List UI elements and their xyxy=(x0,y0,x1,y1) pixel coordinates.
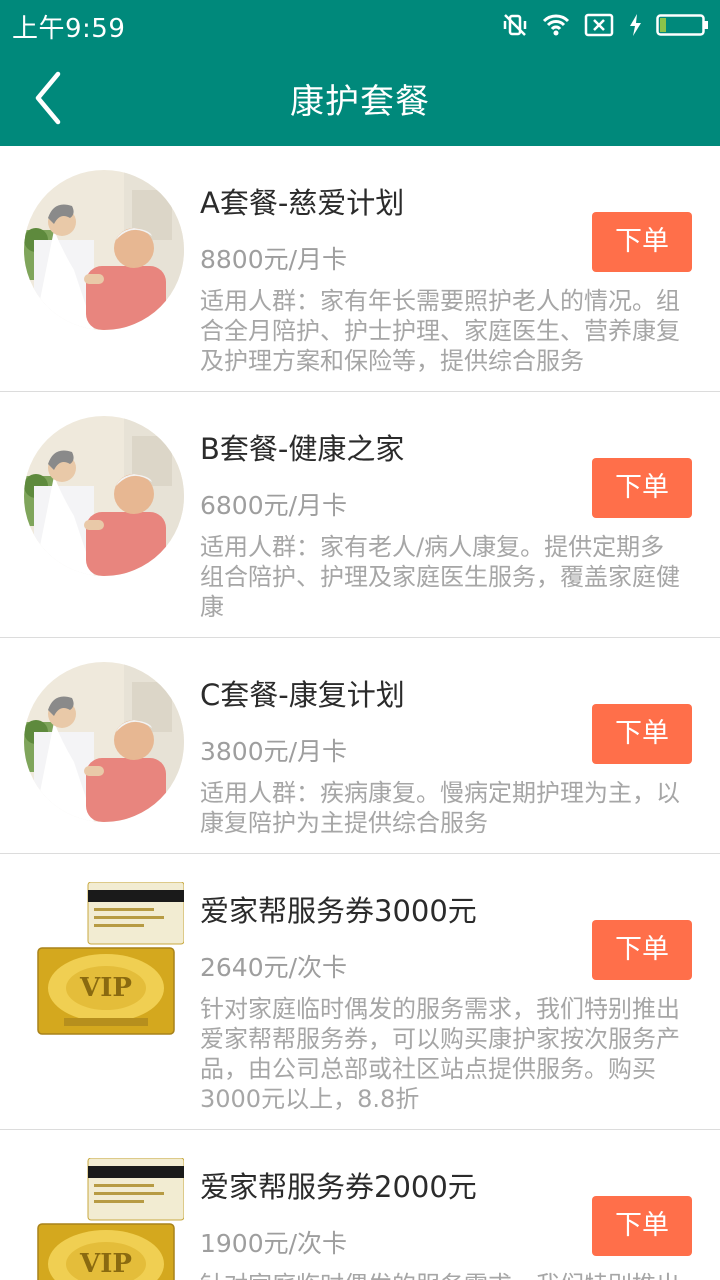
package-image xyxy=(24,416,184,576)
package-price: 8800元/月卡 xyxy=(200,245,348,274)
order-button[interactable]: 下单 xyxy=(592,704,692,764)
vip-card-text: VIP xyxy=(79,973,132,1003)
page-title: 康护套餐 xyxy=(290,82,430,122)
list-item[interactable]: VIP 爱家帮服务券3000元 2640元/次卡 针对家庭临时偶发的服务需求，我… xyxy=(0,854,720,1130)
vip-card-image: VIP xyxy=(24,1158,184,1280)
status-bar: 上午9:59 xyxy=(0,0,720,50)
package-image xyxy=(24,170,184,330)
order-button[interactable]: 下单 xyxy=(592,212,692,272)
battery-icon xyxy=(656,13,710,37)
package-price: 3800元/月卡 xyxy=(200,737,348,766)
package-list[interactable]: A套餐-慈爱计划 8800元/月卡 适用人群：家有年长需要照护老人的情况。组 合… xyxy=(0,146,720,1280)
package-description: 适用人群：家有老人/病人康复。提供定期多 组合陪护、护理及家庭医生服务，覆盖家庭… xyxy=(200,533,680,621)
package-price: 1900元/次卡 xyxy=(200,1229,348,1258)
status-time: 上午9:59 xyxy=(12,14,126,44)
package-description: 适用人群：家有年长需要照护老人的情况。组 合全月陪护、护士护理、家庭医生、营养康… xyxy=(200,287,680,375)
list-item[interactable]: VIP 爱家帮服务券2000元 1900元/次卡 针对家庭临时偶发的服务需求，我… xyxy=(0,1130,720,1280)
list-item[interactable]: C套餐-康复计划 3800元/月卡 适用人群：疾病康复。慢病定期护理为主，以 康… xyxy=(0,638,720,854)
list-item[interactable]: B套餐-健康之家 6800元/月卡 适用人群：家有老人/病人康复。提供定期多 组… xyxy=(0,392,720,638)
no-sim-icon xyxy=(584,13,614,37)
vip-card-text: VIP xyxy=(79,1249,132,1279)
package-title: 爱家帮服务券3000元 xyxy=(200,894,477,928)
package-price: 2640元/次卡 xyxy=(200,953,348,982)
vibrate-off-icon xyxy=(502,12,528,38)
vip-card-image: VIP xyxy=(24,882,184,1042)
status-icons xyxy=(502,10,710,40)
package-description: 针对家庭临时偶发的服务需求，我们特别推出 爱家帮帮服务券，可以购买康护家按次服务… xyxy=(200,995,680,1113)
package-description: 针对家庭临时偶发的服务需求，我们特别推出 xyxy=(200,1270,720,1280)
charging-icon xyxy=(628,13,642,37)
package-title: B套餐-健康之家 xyxy=(200,432,405,466)
order-button[interactable]: 下单 xyxy=(592,920,692,980)
package-title: A套餐-慈爱计划 xyxy=(200,186,405,220)
order-button[interactable]: 下单 xyxy=(592,458,692,518)
package-title: C套餐-康复计划 xyxy=(200,678,405,712)
list-item[interactable]: A套餐-慈爱计划 8800元/月卡 适用人群：家有年长需要照护老人的情况。组 合… xyxy=(0,146,720,392)
order-button[interactable]: 下单 xyxy=(592,1196,692,1256)
package-title: 爱家帮服务券2000元 xyxy=(200,1170,477,1204)
package-price: 6800元/月卡 xyxy=(200,491,348,520)
nav-bar: 康护套餐 xyxy=(0,50,720,146)
package-image xyxy=(24,662,184,822)
wifi-icon xyxy=(542,13,570,37)
package-description: 适用人群：疾病康复。慢病定期护理为主，以 康复陪护为主提供综合服务 xyxy=(200,779,680,837)
